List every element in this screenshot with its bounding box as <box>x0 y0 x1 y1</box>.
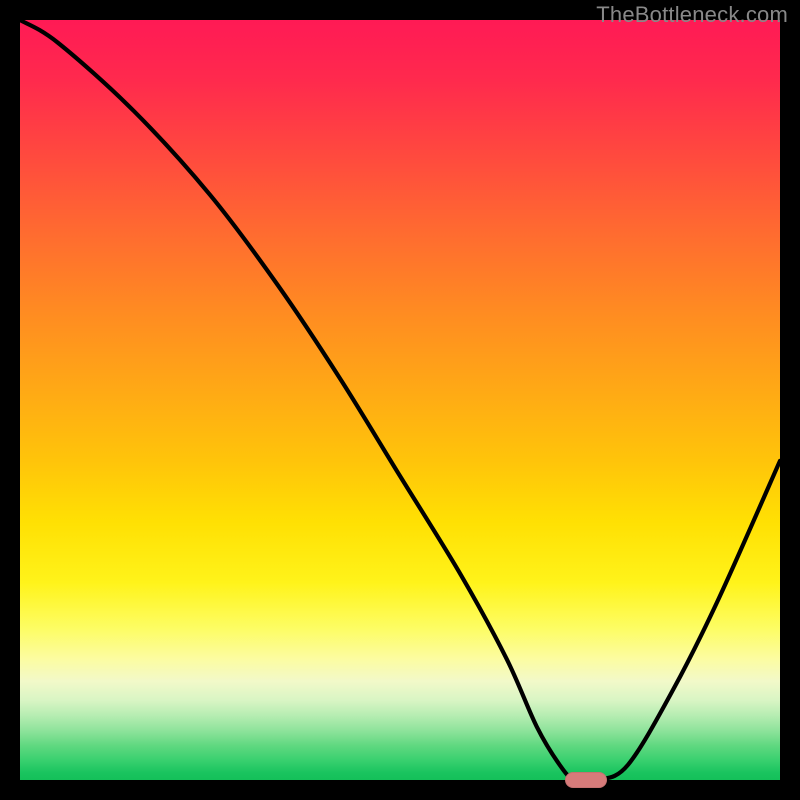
optimum-marker <box>565 772 607 788</box>
chart-frame: TheBottleneck.com <box>0 0 800 800</box>
watermark-text: TheBottleneck.com <box>596 2 788 28</box>
plot-area <box>20 20 780 780</box>
bottleneck-curve <box>20 20 780 780</box>
